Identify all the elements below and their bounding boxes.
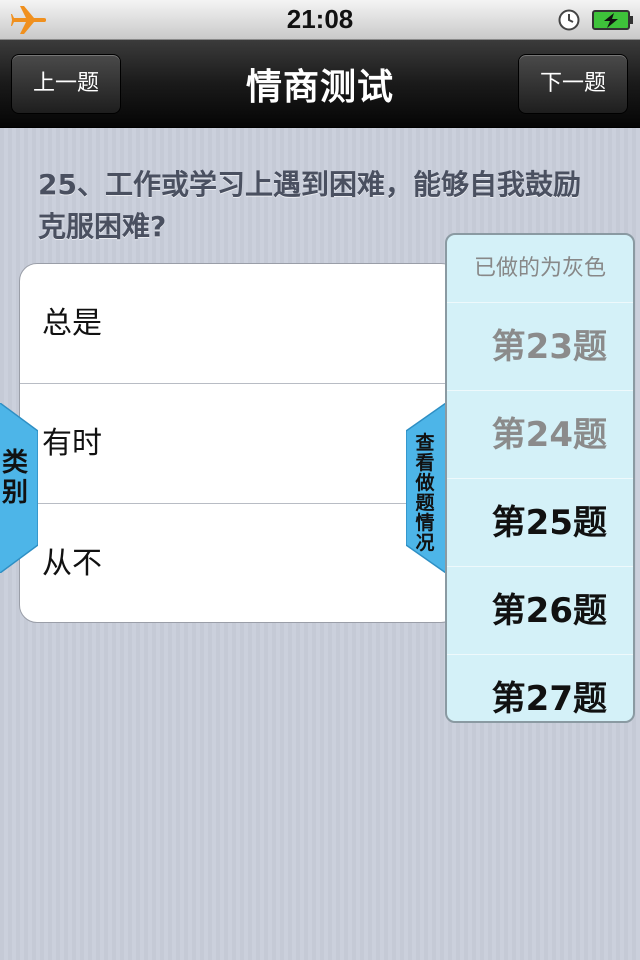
question-item-23[interactable]: 第23题: [447, 303, 633, 391]
question-item-27[interactable]: 第27题: [447, 655, 633, 721]
status-time: 21:08: [286, 4, 354, 34]
answer-list: 总是 有时 从不: [19, 263, 459, 623]
answer-option-sometimes[interactable]: 有时: [20, 384, 458, 504]
answer-option-always[interactable]: 总是: [20, 264, 458, 384]
category-tab-label: 类别: [1, 448, 28, 508]
status-bar: 21:08: [0, 0, 640, 40]
progress-tab-label: 查看做题情况: [415, 432, 435, 554]
battery-charging-icon: [592, 10, 633, 30]
question-item-26[interactable]: 第26题: [447, 567, 633, 655]
nav-bar: 上一题 情商测试 下一题: [0, 40, 640, 128]
clock-icon: [558, 9, 580, 31]
question-item-25[interactable]: 第25题: [447, 479, 633, 567]
progress-panel-header: 已做的为灰色: [447, 235, 633, 303]
question-item-24[interactable]: 第24题: [447, 391, 633, 479]
next-question-button[interactable]: 下一题: [518, 54, 628, 114]
progress-panel: 已做的为灰色 第23题 第24题 第25题 第26题 第27题: [445, 233, 635, 723]
answer-option-never[interactable]: 从不: [20, 504, 458, 622]
